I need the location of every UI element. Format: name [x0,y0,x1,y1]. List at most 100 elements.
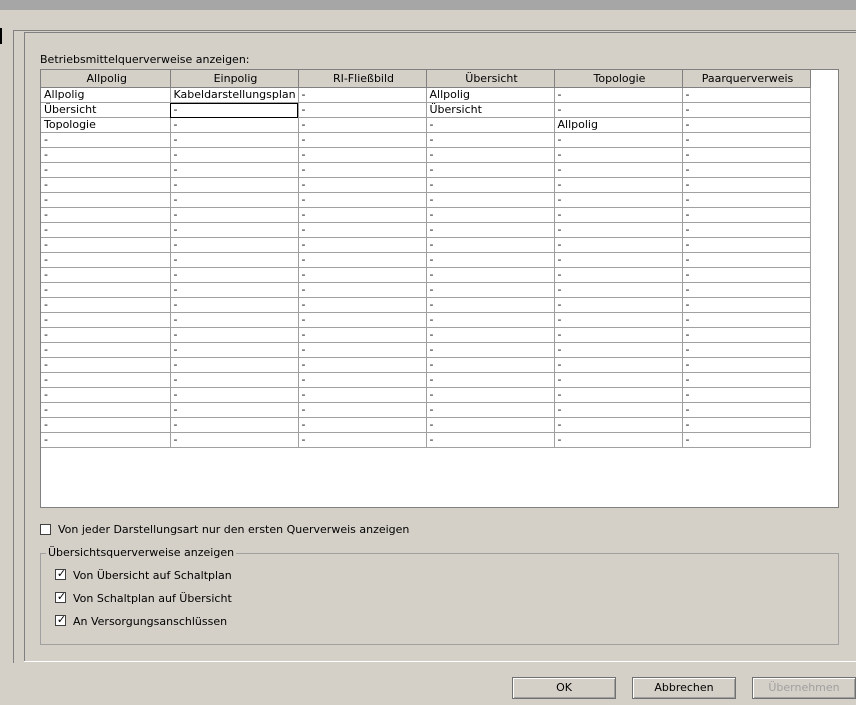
table-row[interactable]: ------ [41,372,811,388]
grid-cell[interactable]: - [425,297,555,313]
table-row[interactable]: ------ [41,162,811,178]
grid-cell[interactable]: - [297,387,427,403]
grid-cell[interactable]: - [41,222,171,238]
grid-cell[interactable]: - [681,222,811,238]
table-row[interactable]: ------ [41,312,811,328]
grid-cell[interactable]: - [425,417,555,433]
grid-cell[interactable]: - [681,207,811,223]
table-row[interactable]: ------ [41,252,811,268]
grid-cell[interactable]: - [553,357,683,373]
grid-cell[interactable]: - [169,282,299,298]
grid-cell[interactable]: - [553,147,683,163]
grid-cell[interactable]: - [681,402,811,418]
grid-cell[interactable]: - [169,252,299,268]
grid-cell[interactable]: - [553,252,683,268]
grid-cell[interactable]: - [169,357,299,373]
grid-cell[interactable]: - [425,147,555,163]
grid-cell[interactable]: - [681,237,811,253]
table-row[interactable]: ------ [41,267,811,283]
grid-cell[interactable]: - [41,252,171,268]
supply-connections-checkbox[interactable]: ✓ [55,613,66,626]
column-header[interactable]: Topologie [554,70,683,88]
grid-cell[interactable]: Topologie [41,117,171,133]
grid-cell[interactable]: - [681,312,811,328]
grid-cell[interactable]: - [553,342,683,358]
table-row[interactable]: Allpolig Kabeldarstellungsplan - Allpolig - - [41,87,811,103]
grid-cell[interactable]: Allpolig [41,87,171,103]
grid-cell[interactable]: - [169,267,299,283]
grid-cell[interactable]: - [169,297,299,313]
grid-cell[interactable]: - [297,297,427,313]
grid-cell[interactable]: - [681,387,811,403]
grid-cell[interactable]: - [553,387,683,403]
column-header[interactable]: Übersicht [426,70,555,88]
grid-cell[interactable]: - [681,162,811,178]
grid-cell[interactable]: - [681,102,811,118]
grid-cell[interactable]: - [681,177,811,193]
grid-cell[interactable]: - [425,177,555,193]
grid-cell[interactable]: - [553,132,683,148]
grid-cell[interactable]: - [297,417,427,433]
grid-cell[interactable]: - [297,207,427,223]
grid-cell[interactable]: - [169,327,299,343]
grid-cell[interactable]: - [297,117,427,133]
grid-cell[interactable]: - [41,372,171,388]
table-row[interactable]: ------ [41,282,811,298]
grid-cell[interactable]: - [425,117,555,133]
grid-cell[interactable]: - [41,357,171,373]
grid-cell[interactable]: - [41,177,171,193]
grid-cell[interactable]: - [553,207,683,223]
grid-cell[interactable]: Übersicht [425,102,555,118]
grid-cell[interactable]: - [553,297,683,313]
grid-cell[interactable]: - [41,387,171,403]
grid-cell[interactable]: - [297,147,427,163]
grid-cell[interactable]: - [297,132,427,148]
grid-cell[interactable]: - [681,117,811,133]
table-row[interactable]: ------ [41,357,811,373]
grid-cell[interactable]: - [425,237,555,253]
grid-cell[interactable]: - [553,402,683,418]
table-row[interactable]: ------ [41,402,811,418]
table-row[interactable]: ------ [41,237,811,253]
table-row[interactable]: ------ [41,177,811,193]
grid-cell[interactable]: - [425,282,555,298]
grid-cell[interactable]: - [553,432,683,448]
grid-cell[interactable]: - [681,147,811,163]
grid-cell[interactable]: - [425,312,555,328]
ok-button[interactable]: OK [512,677,616,699]
grid-cell[interactable]: - [425,432,555,448]
grid-cell[interactable]: - [297,237,427,253]
grid-cell[interactable]: - [681,192,811,208]
grid-cell[interactable]: - [169,222,299,238]
table-row[interactable]: ------ [41,327,811,343]
grid-cell[interactable]: - [553,192,683,208]
grid-cell[interactable]: - [681,132,811,148]
grid-cell[interactable]: - [681,252,811,268]
column-header[interactable]: Paarquerverweis [682,70,811,88]
grid-cell[interactable]: - [425,327,555,343]
grid-cell[interactable]: - [425,402,555,418]
grid-cell[interactable]: - [41,132,171,148]
table-row[interactable]: ------ [41,342,811,358]
grid-cell[interactable]: - [425,342,555,358]
table-row[interactable]: ------ [41,297,811,313]
grid-cell[interactable]: - [41,417,171,433]
grid-cell[interactable]: - [41,147,171,163]
grid-cell[interactable]: - [553,282,683,298]
grid-cell[interactable]: - [553,222,683,238]
cross-reference-grid[interactable]: Allpolig Einpolig RI-Fließbild Übersicht Top… [40,69,839,508]
grid-cell[interactable]: - [169,207,299,223]
grid-cell[interactable]: - [169,417,299,433]
grid-cell[interactable]: - [41,297,171,313]
grid-cell[interactable]: - [297,327,427,343]
grid-cell[interactable]: - [681,282,811,298]
grid-cell[interactable]: - [169,237,299,253]
table-row[interactable]: ------ [41,192,811,208]
table-row[interactable]: ------ [41,387,811,403]
grid-cell[interactable]: - [297,312,427,328]
column-header[interactable]: Einpolig [170,70,299,88]
grid-cell[interactable]: - [41,192,171,208]
grid-cell[interactable]: - [169,192,299,208]
grid-cell[interactable]: - [297,192,427,208]
grid-cell[interactable]: - [553,177,683,193]
